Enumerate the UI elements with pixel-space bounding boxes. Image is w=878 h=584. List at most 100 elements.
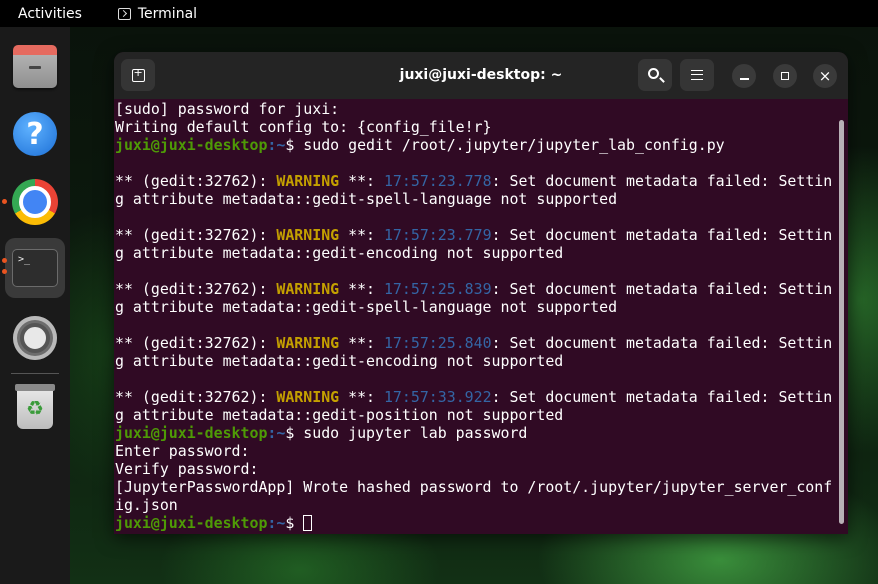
window-header: juxi@juxi-desktop: ~ × [114, 52, 848, 99]
output-text: ** (gedit:32762): [115, 334, 277, 352]
timestamp: 17:57:25.840 [383, 334, 492, 352]
output-text: **: [339, 388, 384, 406]
terminal-line: juxi@juxi-desktop:~$ [115, 514, 835, 532]
output-text: ** (gedit:32762): [115, 280, 277, 298]
prompt-path: :~ [267, 514, 286, 532]
minimize-icon [739, 78, 749, 80]
output-text: ** (gedit:32762): [115, 226, 277, 244]
warning-label: WARNING [276, 388, 340, 406]
output-text: g attribute metadata::gedit-spell-langua… [115, 190, 618, 208]
timestamp: 17:57:23.778 [383, 172, 492, 190]
terminal-line: Verify password: [115, 460, 835, 478]
terminal-line: [sudo] password for juxi: [115, 100, 835, 118]
new-tab-button[interactable] [121, 59, 155, 91]
prompt-path: :~ [267, 424, 286, 442]
output-text: Verify password: [115, 460, 259, 478]
output-text: $ sudo jupyter lab password [285, 424, 528, 442]
output-text: Writing default config to: {config_file!… [115, 118, 492, 136]
terminal-line: Enter password: [115, 442, 835, 460]
output-text: : Set document metadata failed: Settin [491, 172, 833, 190]
warning-label: WARNING [276, 334, 340, 352]
terminal-line: ig.json [115, 496, 835, 514]
warning-label: WARNING [276, 226, 340, 244]
terminal-line: g attribute metadata::gedit-encoding not… [115, 244, 835, 262]
terminal-icon: >_ [12, 249, 58, 287]
terminal-lines: [sudo] password for juxi: Writing default… [115, 100, 835, 532]
terminal-line: g attribute metadata::gedit-spell-langua… [115, 298, 835, 316]
running-indicator [2, 258, 7, 263]
warning-label: WARNING [276, 280, 340, 298]
dock-item-settings[interactable] [5, 308, 65, 368]
dock-item-help[interactable]: ? [5, 104, 65, 164]
output-text: g attribute metadata::gedit-spell-langua… [115, 298, 618, 316]
output-text: : Set document metadata failed: Settin [491, 280, 833, 298]
dock-item-terminal[interactable]: >_ [2, 238, 65, 298]
running-indicator [2, 199, 7, 204]
prompt-user-host: juxi@juxi-desktop [115, 136, 268, 154]
prompt-path: :~ [267, 136, 286, 154]
terminal-window: juxi@juxi-desktop: ~ × [sudo] password f… [114, 52, 848, 534]
output-text: ig.json [115, 496, 178, 514]
scrollbar[interactable] [839, 120, 844, 524]
dock: ? >_ ♻ [0, 27, 70, 584]
terminal-line: Writing default config to: {config_file!… [115, 118, 835, 136]
chrome-icon [12, 179, 58, 225]
app-name: Terminal [137, 5, 198, 22]
output-text: ** (gedit:32762): [115, 388, 277, 406]
activities-button[interactable]: Activities [18, 6, 82, 22]
terminal-line: g attribute metadata::gedit-position not… [115, 406, 835, 424]
terminal-output[interactable]: [sudo] password for juxi: Writing default… [114, 99, 848, 534]
terminal-line: juxi@juxi-desktop:~$ sudo gedit /root/.j… [115, 136, 835, 154]
output-text: [sudo] password for juxi: [115, 100, 340, 118]
files-icon [13, 45, 57, 88]
minimize-button[interactable] [732, 64, 756, 88]
terminal-line: [JupyterPasswordApp] Wrote hashed passwo… [115, 478, 835, 496]
app-menu[interactable]: Terminal [117, 5, 198, 22]
output-text: [JupyterPasswordApp] Wrote hashed passwo… [115, 478, 833, 496]
terminal-line: ** (gedit:32762): WARNING **: 17:57:25.8… [115, 280, 835, 298]
output-text: ** (gedit:32762): [115, 172, 277, 190]
help-icon: ? [13, 112, 57, 156]
output-text: Enter password: [115, 442, 250, 460]
dock-item-chrome[interactable] [2, 172, 65, 232]
output-text: : Set document metadata failed: Settin [491, 388, 833, 406]
output-text: **: [339, 334, 384, 352]
terminal-line: ** (gedit:32762): WARNING **: 17:57:25.8… [115, 334, 835, 352]
output-text: : Set document metadata failed: Settin [491, 226, 833, 244]
text-cursor [303, 515, 313, 531]
terminal-line: juxi@juxi-desktop:~$ sudo jupyter lab pa… [115, 424, 835, 442]
running-indicator [2, 269, 7, 274]
search-button[interactable] [638, 59, 672, 91]
settings-icon [13, 316, 57, 360]
timestamp: 17:57:23.779 [383, 226, 492, 244]
output-text: **: [339, 226, 384, 244]
terminal-line: ** (gedit:32762): WARNING **: 17:57:33.9… [115, 388, 835, 406]
dock-item-files[interactable] [5, 38, 65, 98]
output-text: **: [339, 280, 384, 298]
menu-button[interactable] [680, 59, 714, 91]
output-text: g attribute metadata::gedit-encoding not… [115, 244, 564, 262]
menu-icon [691, 70, 703, 80]
output-text: : Set document metadata failed: Settin [491, 334, 833, 352]
dock-item-trash[interactable]: ♻ [5, 378, 65, 438]
close-icon: × [818, 66, 832, 85]
prompt-user-host: juxi@juxi-desktop [115, 514, 268, 532]
close-button[interactable]: × [813, 64, 837, 88]
terminal-line: g attribute metadata::gedit-encoding not… [115, 352, 835, 370]
output-text: $ sudo gedit /root/.jupyter/jupyter_lab_… [285, 136, 725, 154]
dock-separator [11, 373, 59, 374]
warning-label: WARNING [276, 172, 340, 190]
maximize-icon [781, 72, 789, 80]
timestamp: 17:57:25.839 [383, 280, 492, 298]
top-bar: Activities Terminal [0, 0, 878, 27]
maximize-button[interactable] [773, 64, 797, 88]
terminal-line: g attribute metadata::gedit-spell-langua… [115, 190, 835, 208]
terminal-line: ** (gedit:32762): WARNING **: 17:57:23.7… [115, 226, 835, 244]
output-text: g attribute metadata::gedit-encoding not… [115, 352, 564, 370]
new-tab-icon [131, 66, 145, 82]
output-text: **: [339, 172, 384, 190]
